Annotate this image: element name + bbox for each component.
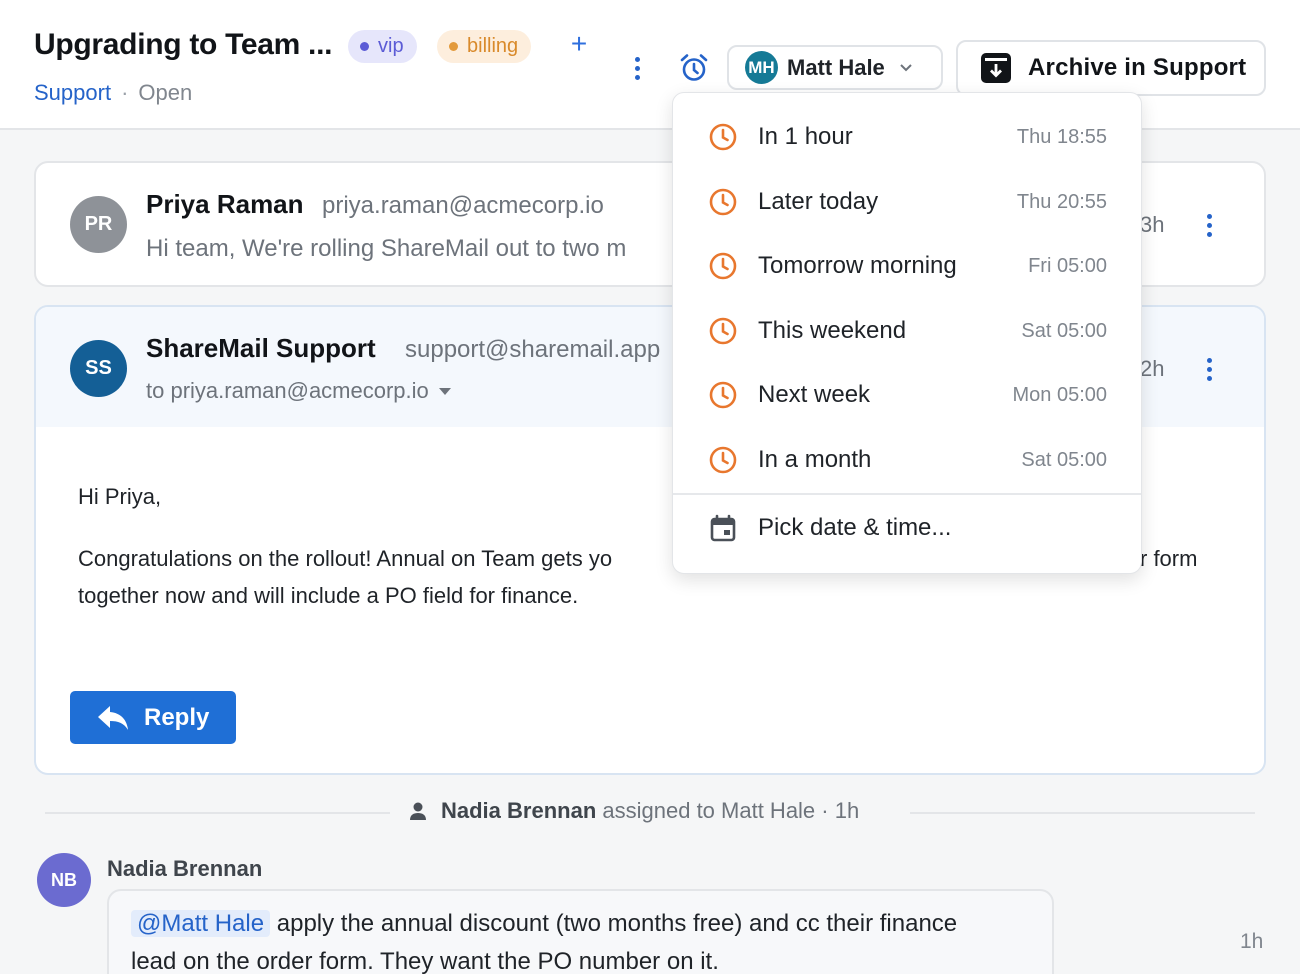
message-time: 2h	[1140, 356, 1165, 381]
message-more-button[interactable]	[1199, 358, 1219, 381]
clock-icon	[709, 381, 737, 409]
clock-icon	[709, 317, 737, 345]
option-time: Sat 05:00	[1021, 319, 1107, 342]
option-label: This weekend	[758, 317, 907, 344]
archive-button[interactable]: Archive in Support	[956, 40, 1266, 96]
activity-text: assigned to Matt Hale · 1h	[602, 798, 860, 823]
clock-icon	[709, 123, 737, 151]
note-author: Nadia Brennan	[107, 856, 263, 881]
avatar: SS	[70, 340, 127, 397]
option-time: Sat 05:00	[1021, 448, 1107, 471]
sender-email: support@sharemail.app	[405, 336, 661, 363]
clock-icon	[709, 446, 737, 474]
note-text-line: apply the annual discount (two months fr…	[270, 910, 958, 937]
snooze-option-1-hour[interactable]: In 1 hour Thu 18:55	[673, 107, 1141, 167]
reply-button[interactable]: Reply	[70, 691, 236, 744]
snooze-menu: In 1 hour Thu 18:55 Later today Thu 20:5…	[672, 92, 1142, 574]
option-label: Next week	[758, 381, 871, 408]
tag-label: vip	[378, 35, 404, 57]
option-label: In 1 hour	[758, 123, 853, 150]
tag-dot	[449, 42, 458, 51]
divider	[45, 812, 390, 814]
assignee-avatar: MH	[745, 51, 778, 84]
option-time: Thu 20:55	[1016, 190, 1107, 213]
status-label: Open	[138, 80, 193, 105]
clock-icon	[709, 252, 737, 280]
snooze-option-next-week[interactable]: Next week Mon 05:00	[673, 365, 1141, 425]
assignee-name: Matt Hale	[787, 54, 885, 80]
reply-label: Reply	[144, 703, 210, 731]
add-tag-button[interactable]: +	[566, 28, 592, 60]
option-time: Thu 18:55	[1016, 125, 1107, 148]
person-icon	[410, 802, 426, 820]
message-body-line: Congratulations on the rollout! Annual o…	[78, 540, 612, 578]
breadcrumb: Support · Open	[34, 80, 192, 106]
message-body-line: together now and will include a PO field…	[78, 583, 579, 608]
sender-name: ShareMail Support	[146, 333, 376, 363]
body-text-a: Congratulations on the rollout! Annual o…	[78, 546, 613, 571]
assignee-dropdown[interactable]: MH Matt Hale	[727, 45, 943, 90]
calendar-icon	[710, 514, 736, 542]
clock-icon	[709, 188, 737, 216]
tag-label: billing	[467, 35, 519, 57]
mailbox-link[interactable]: Support	[34, 80, 111, 106]
note-text-line: lead on the order form. They want the PO…	[131, 948, 719, 974]
tag-vip[interactable]: vip	[348, 30, 417, 63]
snooze-option-custom[interactable]: Pick date & time...	[673, 498, 1141, 558]
caret-down-icon	[438, 387, 451, 395]
option-time: Fri 05:00	[1028, 254, 1107, 277]
breadcrumb-separator: ·	[121, 80, 129, 105]
snooze-option-this-weekend[interactable]: This weekend Sat 05:00	[673, 301, 1141, 361]
activity-event: Nadia Brennan assigned to Matt Hale · 1h	[405, 798, 905, 824]
divider	[910, 812, 1255, 814]
recipients-toggle[interactable]: to priya.raman@acmecorp.io	[146, 378, 451, 404]
sender-name: Priya Raman	[146, 189, 304, 219]
body-text-b: r form	[1140, 546, 1198, 571]
recipients-label: to priya.raman@acmecorp.io	[146, 378, 429, 403]
option-label: Tomorrow morning	[758, 252, 957, 279]
tag-dot	[360, 42, 369, 51]
note-text: @Matt Hale apply the annual discount (tw…	[131, 905, 1041, 974]
alarm-clock-icon[interactable]	[678, 52, 710, 84]
more-actions-button[interactable]	[627, 57, 647, 80]
message-snippet: Hi team, We're rolling ShareMail out to …	[146, 235, 627, 262]
option-label: Later today	[758, 188, 879, 215]
snooze-option-tomorrow-morning[interactable]: Tomorrow morning Fri 05:00	[673, 236, 1141, 296]
snooze-option-later-today[interactable]: Later today Thu 20:55	[673, 172, 1141, 232]
menu-divider	[673, 493, 1141, 495]
avatar: PR	[70, 196, 127, 253]
mention-chip[interactable]: @Matt Hale	[131, 910, 271, 937]
message-more-button[interactable]	[1199, 214, 1219, 237]
message-time: 3h	[1140, 212, 1165, 237]
chevron-down-icon	[900, 63, 912, 71]
option-time: Mon 05:00	[1012, 383, 1107, 406]
activity-actor: Nadia Brennan	[441, 798, 597, 823]
option-label: In a month	[758, 446, 872, 473]
option-label: Pick date & time...	[758, 514, 952, 541]
archive-icon	[981, 53, 1011, 83]
archive-label: Archive in Support	[1028, 54, 1247, 81]
reply-icon	[98, 705, 128, 730]
tag-billing[interactable]: billing	[437, 30, 532, 63]
snooze-option-in-a-month[interactable]: In a month Sat 05:00	[673, 430, 1141, 490]
internal-note: @Matt Hale apply the annual discount (tw…	[107, 889, 1054, 974]
note-time: 1h	[1240, 930, 1264, 953]
conversation-title: Upgrading to Team ...	[34, 28, 333, 61]
sender-email: priya.raman@acmecorp.io	[322, 192, 604, 219]
message-greeting: Hi Priya,	[78, 484, 162, 509]
avatar: NB	[37, 853, 91, 907]
